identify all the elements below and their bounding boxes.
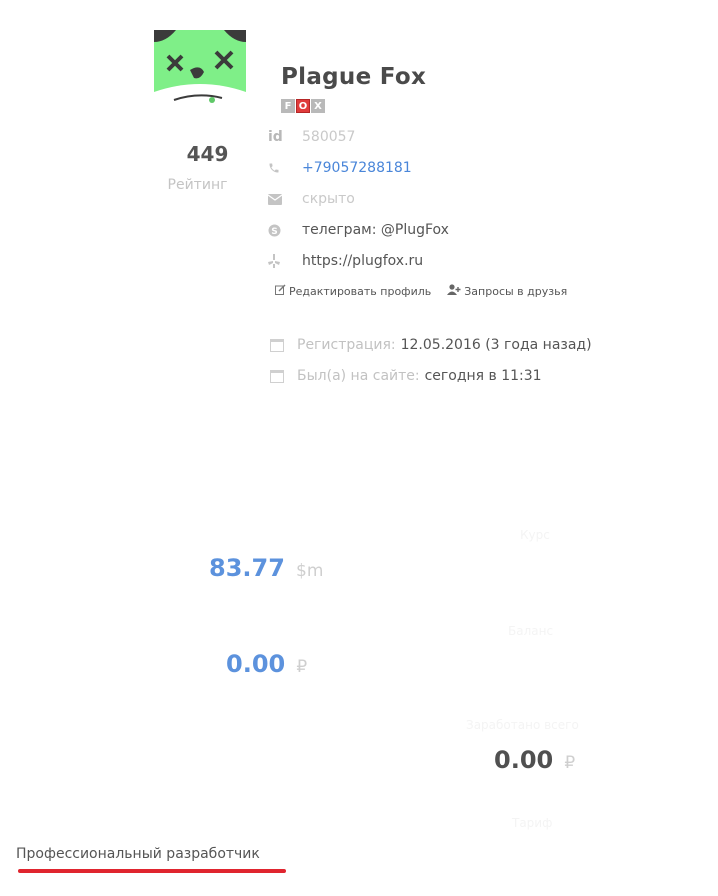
ruble-icon: ₽ — [564, 753, 576, 773]
rub-balance-value: 0.00 — [226, 650, 286, 678]
user-plus-icon — [447, 284, 461, 298]
info-row-skype: S телеграм: @PlugFox — [268, 219, 449, 241]
faint-label-3: Заработано всего — [466, 718, 579, 732]
edit-profile-link[interactable]: Редактировать профиль — [275, 284, 431, 298]
email-value: скрыто — [302, 191, 355, 207]
info-row-website: https://plugfox.ru — [268, 250, 423, 272]
rating-value: 449 — [186, 142, 229, 166]
faint-label-4: Тариф — [512, 816, 553, 830]
skype-value: телеграм: @PlugFox — [302, 222, 449, 238]
profile-actions: Редактировать профиль Запросы в друзья — [275, 284, 567, 298]
edit-profile-label: Редактировать профиль — [289, 284, 432, 298]
info-row-email: скрыто — [268, 188, 355, 210]
info-row-phone: +79057288181 — [268, 157, 412, 179]
skype-icon: S — [268, 224, 302, 237]
highlight-underline — [18, 869, 286, 873]
svg-text:S: S — [271, 226, 277, 236]
faint-label-1: Курс — [520, 528, 550, 542]
calendar-icon — [270, 369, 284, 383]
registration-row: Регистрация: 12.05.2016 (3 года назад) — [270, 337, 592, 353]
badge-o: O — [296, 99, 310, 113]
sm-balance-value: 83.77 — [209, 554, 285, 582]
sm-balance: 83.77 $m — [209, 554, 323, 582]
last-seen-row: Был(а) на сайте: сегодня в 11:31 — [270, 368, 542, 384]
avatar[interactable] — [154, 30, 246, 106]
phone-link[interactable]: +79057288181 — [302, 160, 412, 176]
registration-label: Регистрация: — [297, 337, 396, 353]
rating-label: Рейтинг — [167, 177, 228, 193]
info-row-id: id 580057 — [268, 126, 355, 148]
sm-unit: $m — [296, 561, 324, 581]
profile-name: Plague Fox — [281, 64, 427, 90]
ruble-icon: ₽ — [296, 657, 308, 677]
website-link[interactable]: https://plugfox.ru — [302, 253, 423, 269]
phone-icon — [268, 162, 302, 174]
earned-balance-value: 0.00 — [494, 746, 554, 774]
earned-balance: 0.00 ₽ — [494, 746, 575, 774]
badge-x: X — [311, 99, 325, 113]
rub-balance: 0.00 ₽ — [226, 650, 307, 678]
faint-label-2: Баланс — [508, 624, 554, 638]
last-seen-value: сегодня в 11:31 — [424, 368, 542, 384]
friend-requests-label: Запросы в друзья — [464, 284, 568, 298]
friend-requests-link[interactable]: Запросы в друзья — [447, 284, 567, 298]
envelope-icon — [268, 193, 302, 205]
last-seen-label: Был(а) на сайте: — [297, 368, 420, 384]
badge-group: F O X — [281, 99, 325, 113]
edit-icon — [275, 284, 286, 298]
specialization: Профессиональный разработчик — [16, 846, 260, 862]
badge-f: F — [281, 99, 295, 113]
calendar-icon — [270, 338, 284, 352]
yelp-icon — [268, 254, 302, 268]
id-label: id — [268, 129, 283, 145]
user-id: 580057 — [302, 129, 356, 145]
registration-value: 12.05.2016 (3 года назад) — [400, 337, 592, 353]
